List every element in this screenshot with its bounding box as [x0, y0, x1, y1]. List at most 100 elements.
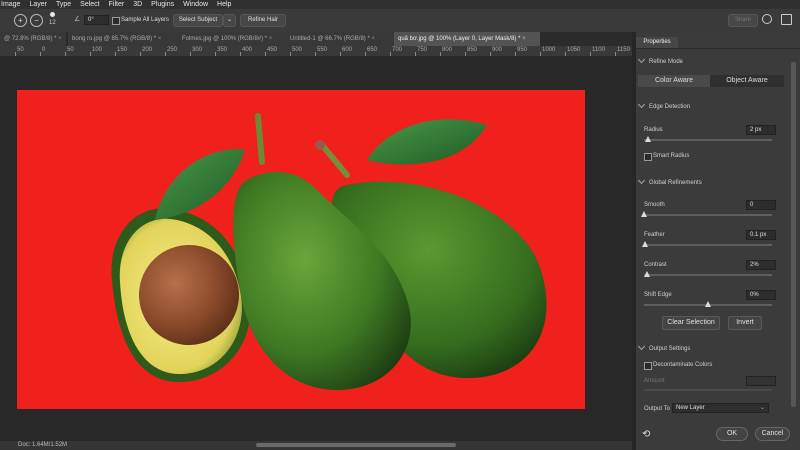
brush-preview-icon[interactable] — [50, 12, 55, 17]
refine-mode-header[interactable]: Refine Mode — [637, 55, 683, 65]
shift-edge-slider-thumb[interactable] — [705, 301, 711, 307]
reset-icon[interactable]: ⟲ — [642, 429, 650, 440]
ruler-label: 50 — [17, 47, 24, 53]
ruler-label: 450 — [267, 47, 278, 53]
menu-item-plugins[interactable]: Plugins — [151, 1, 174, 8]
options-bar: + − 12 ∠ 0° Sample All Layers Select Sub… — [0, 9, 800, 33]
amount-field — [746, 376, 776, 386]
clear-selection-button[interactable]: Clear Selection — [662, 316, 720, 330]
properties-panel: Properties Refine Mode Color Aware Objec… — [636, 32, 800, 450]
object-aware-toggle[interactable]: Object Aware — [710, 75, 784, 87]
workspace-icon[interactable] — [781, 14, 792, 25]
shift-edge-label: Shift Edge — [644, 292, 672, 298]
radius-slider-thumb[interactable] — [644, 136, 651, 142]
document-tabs: @ 72.8% (RGB/8) * × bong ro.jpg @ 85.7% … — [0, 32, 632, 46]
chevron-down-icon — [637, 100, 646, 109]
invert-button[interactable]: Invert — [728, 316, 762, 330]
decontaminate-colors-label: Decontaminate Colors — [653, 362, 713, 368]
menu-item-type[interactable]: Type — [56, 1, 71, 8]
chevron-down-icon: ⌄ — [759, 405, 765, 411]
horizontal-scrollbar[interactable] — [256, 443, 456, 447]
feather-field[interactable]: 0.1 px — [746, 230, 776, 240]
ruler-label: 250 — [167, 47, 178, 53]
decontaminate-colors-checkbox[interactable] — [644, 362, 652, 370]
menu-item-filter[interactable]: Filter — [109, 1, 125, 8]
ruler-label: 200 — [142, 47, 153, 53]
ruler-label: 300 — [192, 47, 203, 53]
smart-radius-label: Smart Radius — [653, 153, 690, 159]
contrast-slider[interactable] — [644, 274, 772, 276]
ruler-label: 1050 — [567, 47, 581, 53]
tab-qua-bo[interactable]: quả bơ.jpg @ 100% (Layer 0, Layer Mask/8… — [394, 32, 540, 46]
document-canvas[interactable] — [17, 90, 585, 409]
shift-edge-field[interactable]: 0% — [746, 290, 776, 300]
subtract-from-selection-icon[interactable]: − — [30, 14, 43, 27]
search-icon[interactable] — [762, 14, 772, 24]
contrast-slider-thumb[interactable] — [643, 271, 650, 277]
global-refinements-header[interactable]: Global Refinements — [637, 176, 702, 186]
brush-size: 12 — [49, 20, 56, 26]
color-aware-toggle[interactable]: Color Aware — [638, 75, 710, 87]
chevron-down-icon[interactable]: ⌄ — [223, 14, 236, 27]
add-to-selection-icon[interactable]: + — [14, 14, 27, 27]
tab-untitled[interactable]: Untitled-1 @ 66.7% (RGB/8) * × — [286, 32, 398, 46]
ruler-label: 400 — [242, 47, 253, 53]
ruler-label: 0 — [42, 47, 46, 53]
ruler-label: 950 — [517, 47, 528, 53]
select-subject-button[interactable]: Select Subject — [173, 14, 223, 27]
smart-radius-checkbox[interactable] — [644, 153, 652, 161]
feather-slider[interactable] — [644, 244, 772, 246]
ruler-label: 100 — [92, 47, 103, 53]
ruler-label: 500 — [292, 47, 303, 53]
menu-item-3d[interactable]: 3D — [133, 1, 142, 8]
menu-item-help[interactable]: Help — [217, 1, 231, 8]
output-settings-header[interactable]: Output Settings — [637, 342, 690, 352]
ruler-label: 1100 — [592, 47, 605, 53]
tab-doc-1[interactable]: @ 72.8% (RGB/8) * × — [0, 32, 66, 46]
sample-all-layers-label: Sample All Layers — [121, 17, 170, 23]
radius-field[interactable]: 2 px — [746, 125, 776, 135]
amount-label: Amount — [644, 378, 665, 384]
angle-field[interactable]: 0° — [84, 15, 109, 25]
tab-properties[interactable]: Properties — [636, 37, 678, 48]
feather-slider-thumb[interactable] — [642, 241, 649, 247]
smooth-field[interactable]: 0 — [746, 200, 776, 210]
ruler-label: 850 — [467, 47, 478, 53]
menu-item-select[interactable]: Select — [80, 1, 99, 8]
contrast-field[interactable]: 2% — [746, 260, 776, 270]
chevron-down-icon — [637, 342, 646, 351]
share-button[interactable]: Share — [728, 14, 758, 27]
tab-folmes[interactable]: Folmes.jpg @ 100% (RGB/8#) * × — [178, 32, 290, 46]
panel-divider-line — [636, 48, 800, 49]
menu-item-image[interactable]: Image — [1, 1, 20, 8]
feather-label: Feather — [644, 232, 665, 238]
ruler-label: 1150 — [617, 47, 630, 53]
ruler-label: 550 — [317, 47, 328, 53]
menu-item-layer[interactable]: Layer — [29, 1, 47, 8]
ruler-label: 750 — [417, 47, 428, 53]
amount-slider — [644, 389, 772, 391]
ruler-label: 350 — [217, 47, 228, 53]
radius-slider[interactable] — [644, 139, 772, 141]
cancel-button[interactable]: Cancel — [755, 427, 790, 441]
panel-scrollbar[interactable] — [791, 62, 796, 407]
refine-hair-button[interactable]: Refine Hair — [240, 14, 286, 27]
ruler-label: 900 — [492, 47, 503, 53]
ruler-label: 600 — [342, 47, 353, 53]
avocado-image — [111, 113, 547, 390]
ruler-label: 800 — [442, 47, 453, 53]
edge-detection-header[interactable]: Edge Detection — [637, 100, 690, 110]
sample-all-layers-checkbox[interactable] — [112, 17, 120, 25]
doc-size-status: Doc: 1.64M/1.52M — [18, 442, 68, 448]
output-to-label: Output To — [644, 406, 670, 412]
output-to-select[interactable]: New Layer ⌄ — [672, 403, 769, 413]
ok-button[interactable]: OK — [716, 427, 748, 441]
ruler-label: 1000 — [542, 47, 556, 53]
radius-label: Radius — [644, 127, 663, 133]
angle-icon: ∠ — [74, 16, 81, 23]
ruler-label: 50 — [67, 47, 74, 53]
smooth-slider-thumb[interactable] — [641, 211, 647, 217]
smooth-slider[interactable] — [644, 214, 772, 216]
tab-bong-ro[interactable]: bong ro.jpg @ 85.7% (RGB/8) * × — [68, 32, 182, 46]
menu-item-window[interactable]: Window — [183, 1, 208, 8]
